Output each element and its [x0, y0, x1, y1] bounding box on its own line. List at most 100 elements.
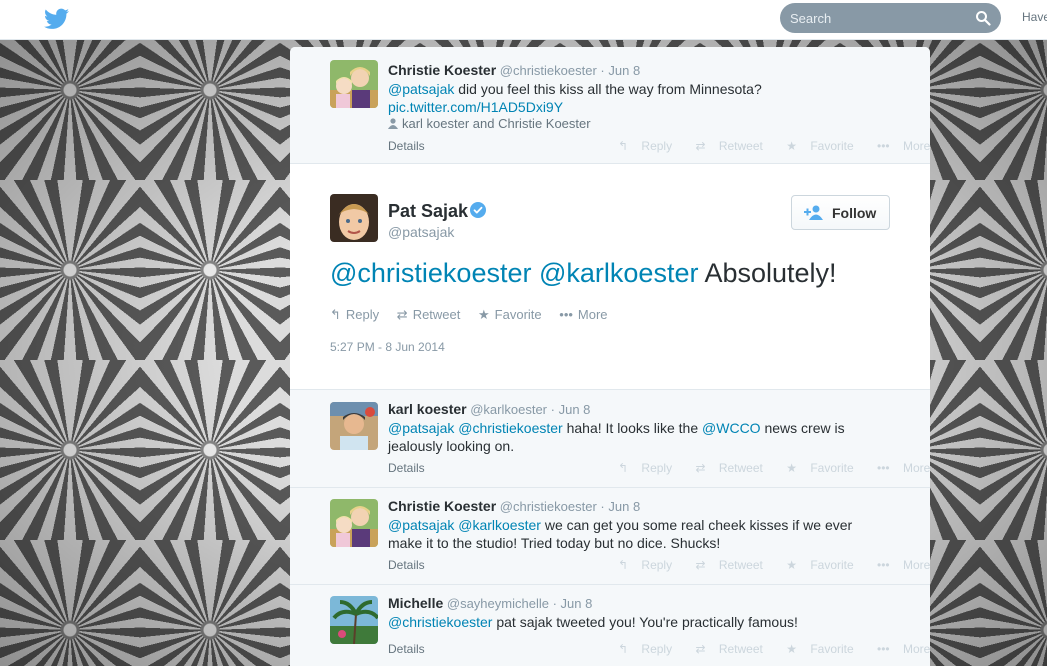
reply-label: Reply: [345, 307, 380, 322]
search-input[interactable]: [790, 8, 960, 28]
reply-button[interactable]: ↰ Reply: [618, 642, 682, 656]
avatar[interactable]: [330, 499, 378, 547]
favorite-icon: ★: [786, 139, 797, 153]
search-box[interactable]: [780, 3, 1001, 33]
retweet-icon: ⇄: [695, 558, 706, 572]
follow-button[interactable]: Follow: [791, 195, 890, 230]
favorite-label: Favorite: [810, 642, 854, 656]
media-link[interactable]: pic.twitter.com/H1AD5Dxi9Y: [388, 99, 563, 115]
tweet-body: news crew is: [760, 420, 845, 436]
mention-link[interactable]: @christiekoester: [458, 420, 562, 436]
follow-user-icon: [804, 205, 823, 220]
details-link[interactable]: Details: [388, 558, 425, 572]
mention-link[interactable]: @WCCO: [702, 420, 761, 436]
mention-link[interactable]: @karlkoester: [539, 258, 698, 288]
tweet-header: Michelle @sayheymichelle · Jun 8: [388, 595, 592, 611]
reply-button[interactable]: ↰ Reply: [618, 139, 682, 153]
ancestor-tweet[interactable]: Christie Koester @christiekoester · Jun …: [290, 47, 930, 164]
tweet-body: we can get you some real cheek kisses if…: [540, 517, 853, 533]
reply-button[interactable]: ↰ Reply: [330, 307, 379, 323]
retweet-button[interactable]: ⇄ Retweet: [695, 642, 772, 656]
retweet-button[interactable]: ⇄ Retweet: [397, 307, 461, 323]
avatar[interactable]: [330, 402, 378, 450]
more-button[interactable]: ••• More: [877, 461, 930, 475]
michelle-avatar-image: [330, 596, 378, 644]
tweet-text: @patsajak did you feel this kiss all the…: [388, 80, 868, 116]
tweet-date[interactable]: Jun 8: [559, 402, 591, 417]
favorite-button[interactable]: ★ Favorite: [786, 558, 863, 572]
tweet-text: @patsajak @karlkoester we can get you so…: [388, 516, 868, 552]
tweet-text: @christiekoester @karlkoester Absolutely…: [330, 256, 837, 290]
tweet-header: Christie Koester @christiekoester · Jun …: [388, 62, 640, 78]
retweet-icon: ⇄: [695, 139, 706, 153]
separator-dot: ·: [552, 596, 557, 611]
details-link[interactable]: Details: [388, 139, 425, 153]
mention-link[interactable]: @patsajak: [388, 420, 454, 436]
favorite-label: Favorite: [810, 461, 854, 475]
reply-tweet[interactable]: Christie Koester @christiekoester · Jun …: [290, 488, 930, 585]
reply-icon: ↰: [330, 307, 341, 322]
reply-tweet[interactable]: Michelle @sayheymichelle · Jun 8 @christ…: [290, 585, 930, 666]
user-handle[interactable]: @christiekoester: [500, 63, 597, 78]
reply-icon: ↰: [618, 139, 629, 153]
tweet-actions: ↰ Reply ⇄ Retweet ★ Favorite ••• More: [618, 558, 930, 572]
favorite-button[interactable]: ★ Favorite: [786, 139, 863, 153]
more-button[interactable]: ••• More: [559, 307, 607, 322]
reply-button[interactable]: ↰ Reply: [618, 558, 682, 572]
reply-icon: ↰: [618, 642, 629, 656]
more-button[interactable]: ••• More: [877, 642, 930, 656]
mention-link[interactable]: @patsajak: [388, 81, 454, 97]
tweet-date[interactable]: Jun 8: [561, 596, 593, 611]
avatar[interactable]: [330, 60, 378, 108]
user-handle[interactable]: @sayheymichelle: [447, 596, 549, 611]
user-handle[interactable]: @karlkoester: [470, 402, 547, 417]
tweet-timestamp[interactable]: 5:27 PM - 8 Jun 2014: [330, 340, 445, 354]
twitter-bird-icon[interactable]: [44, 8, 69, 30]
tweet-body: jealously looking on.: [388, 438, 515, 454]
search-icon[interactable]: [975, 10, 991, 26]
retweet-button[interactable]: ⇄ Retweet: [695, 461, 772, 475]
user-handle[interactable]: @christiekoester: [500, 499, 597, 514]
user-handle[interactable]: @patsajak: [388, 224, 454, 240]
display-name[interactable]: Pat Sajak: [388, 201, 468, 222]
mention-link[interactable]: @patsajak: [388, 517, 454, 533]
more-icon: •••: [877, 461, 890, 475]
details-link[interactable]: Details: [388, 461, 425, 475]
favorite-button[interactable]: ★ Favorite: [786, 461, 863, 475]
reply-label: Reply: [641, 461, 673, 475]
mention-link[interactable]: @christiekoester: [388, 614, 492, 630]
avatar[interactable]: [330, 596, 378, 644]
retweet-button[interactable]: ⇄ Retweet: [695, 558, 772, 572]
more-icon: •••: [877, 642, 890, 656]
person-tag-icon: [388, 118, 398, 129]
reply-icon: ↰: [618, 558, 629, 572]
tagged-users-line[interactable]: karl koester and Christie Koester: [388, 116, 591, 131]
details-link[interactable]: Details: [388, 642, 425, 656]
display-name[interactable]: Michelle: [388, 595, 443, 611]
tweet-date[interactable]: Jun 8: [608, 499, 640, 514]
more-button[interactable]: ••• More: [877, 139, 930, 153]
reply-button[interactable]: ↰ Reply: [618, 461, 682, 475]
display-name[interactable]: Christie Koester: [388, 62, 496, 78]
tweet-date[interactable]: Jun 8: [608, 63, 640, 78]
reply-label: Reply: [641, 558, 673, 572]
mention-link[interactable]: @karlkoester: [458, 517, 541, 533]
more-button[interactable]: ••• More: [877, 558, 930, 572]
more-label: More: [577, 307, 608, 322]
reply-label: Reply: [641, 139, 673, 153]
favorite-button[interactable]: ★ Favorite: [478, 307, 542, 323]
retweet-button[interactable]: ⇄ Retweet: [695, 139, 772, 153]
display-name[interactable]: Christie Koester: [388, 498, 496, 514]
reply-tweet[interactable]: karl koester @karlkoester · Jun 8 @patsa…: [290, 390, 930, 488]
have-account-link[interactable]: Have: [1022, 10, 1047, 24]
tagged-users: karl koester and Christie Koester: [402, 116, 591, 131]
mention-link[interactable]: @christiekoester: [330, 258, 531, 288]
avatar[interactable]: [330, 194, 378, 242]
retweet-label: Retweet: [412, 307, 461, 322]
reply-label: Reply: [641, 642, 673, 656]
display-name[interactable]: karl koester: [388, 401, 467, 417]
reply-icon: ↰: [618, 461, 629, 475]
separator-dot: ·: [550, 402, 555, 417]
favorite-button[interactable]: ★ Favorite: [786, 642, 863, 656]
tweet-body: pat sajak tweeted you! You're practicall…: [492, 614, 798, 630]
